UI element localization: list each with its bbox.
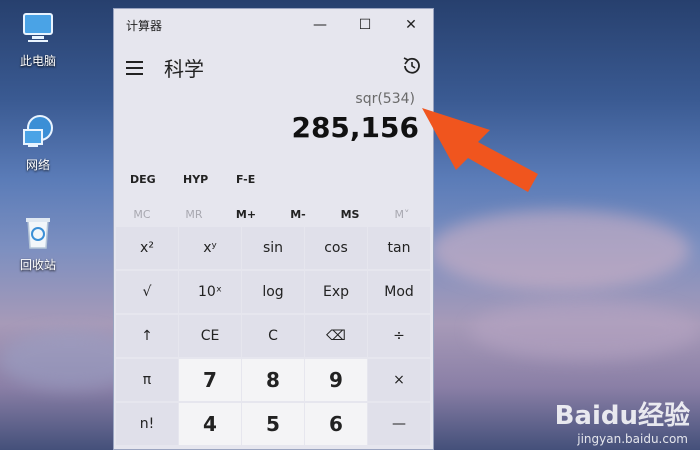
mode-title: 科学	[164, 57, 204, 81]
close-button[interactable]: ✕	[388, 9, 434, 41]
key-6[interactable]: 6	[305, 403, 367, 445]
network-icon	[18, 112, 58, 152]
key-7[interactable]: 7	[179, 359, 241, 401]
key-square[interactable]: x²	[116, 227, 178, 269]
key-8[interactable]: 8	[242, 359, 304, 401]
hyp-button[interactable]: HYP	[183, 165, 208, 195]
key-factorial[interactable]: n!	[116, 403, 178, 445]
desktop-icon-label: 回收站	[19, 258, 56, 272]
hamburger-menu-icon[interactable]	[126, 57, 146, 77]
calculator-window: 计算器 — ☐ ✕ 科学 sqr(534) 285,156 DEG HYP F-…	[113, 8, 434, 450]
watermark-url: jingyan.baidu.com	[577, 432, 688, 446]
key-ten-power[interactable]: 10ˣ	[179, 271, 241, 313]
recycle-bin-icon	[18, 212, 58, 252]
deg-button[interactable]: DEG	[130, 165, 156, 195]
key-multiply[interactable]: ×	[368, 359, 430, 401]
maximize-icon: ☐	[358, 17, 372, 33]
baidu-watermark-logo: Baidu经验	[554, 401, 690, 431]
key-log[interactable]: log	[242, 271, 304, 313]
key-5[interactable]: 5	[242, 403, 304, 445]
key-pi[interactable]: π	[116, 359, 178, 401]
window-title: 计算器	[126, 19, 163, 33]
header-row: 科学	[114, 47, 433, 87]
expression-display: sqr(534)	[355, 91, 415, 107]
key-shift[interactable]: ↑	[116, 315, 178, 357]
close-icon: ✕	[405, 17, 417, 33]
key-divide[interactable]: ÷	[368, 315, 430, 357]
minimize-icon: —	[313, 17, 327, 33]
key-clear[interactable]: C	[242, 315, 304, 357]
desktop-icon-network[interactable]: 网络	[8, 112, 68, 173]
history-icon[interactable]	[399, 53, 425, 79]
key-power[interactable]: xʸ	[179, 227, 241, 269]
key-backspace[interactable]: ⌫	[305, 315, 367, 357]
desktop-icon-this-pc[interactable]: 此电脑	[8, 8, 68, 69]
key-mod[interactable]: Mod	[368, 271, 430, 313]
minimize-button[interactable]: —	[297, 9, 343, 41]
annotation-arrow-icon	[420, 100, 550, 204]
key-sin[interactable]: sin	[242, 227, 304, 269]
key-tan[interactable]: tan	[368, 227, 430, 269]
key-cos[interactable]: cos	[305, 227, 367, 269]
key-clear-entry[interactable]: CE	[179, 315, 241, 357]
computer-icon	[18, 8, 58, 48]
result-display: 285,156	[291, 111, 419, 144]
angle-mode-row: DEG HYP F-E	[114, 165, 433, 195]
fe-button[interactable]: F-E	[236, 165, 255, 195]
desktop-icon-label: 此电脑	[19, 54, 56, 68]
title-bar[interactable]: 计算器 — ☐ ✕	[114, 9, 433, 41]
key-exp[interactable]: Exp	[305, 271, 367, 313]
key-4[interactable]: 4	[179, 403, 241, 445]
key-sqrt[interactable]: √	[116, 271, 178, 313]
maximize-button[interactable]: ☐	[342, 9, 388, 41]
key-9[interactable]: 9	[305, 359, 367, 401]
desktop-icon-recycle-bin[interactable]: 回收站	[8, 212, 68, 273]
key-minus[interactable]: —	[368, 403, 430, 445]
desktop-icon-label: 网络	[25, 158, 50, 172]
